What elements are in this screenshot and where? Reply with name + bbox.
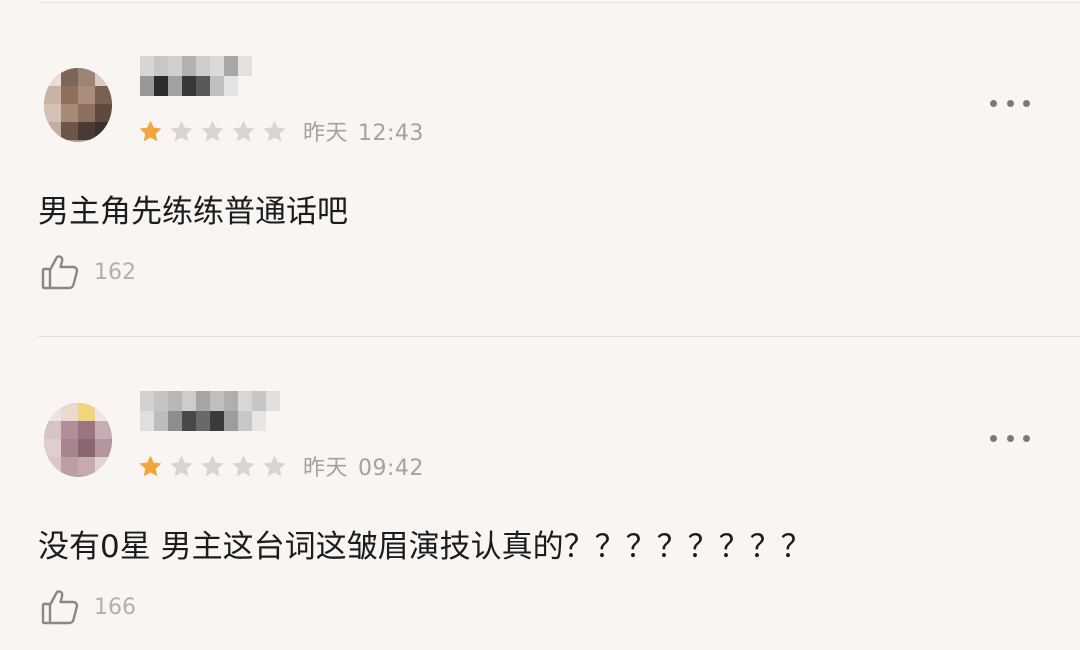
star-empty-icon <box>170 455 193 476</box>
comment-text: 没有0星 男主这台词这皱眉演技认真的？？？？？？？？ <box>38 529 812 565</box>
star-empty-icon <box>263 455 286 476</box>
comment-time: 09:42 <box>358 456 424 481</box>
star-rating <box>138 119 293 144</box>
star-empty-icon <box>201 455 224 476</box>
username-blurred <box>138 56 258 96</box>
thumbs-up-icon <box>41 590 79 625</box>
more-dots-icon[interactable] <box>990 95 1030 111</box>
star-empty-icon <box>170 120 193 141</box>
thumbs-up-icon <box>41 255 79 290</box>
more-dots-icon[interactable] <box>990 430 1030 446</box>
like-count: 166 <box>94 594 136 620</box>
star-empty-icon <box>263 120 286 141</box>
avatar[interactable] <box>44 68 112 142</box>
comment-timestamp: 昨天 09:42 <box>303 450 424 482</box>
comment-item: 昨天 12:43 男主角先练练普通话吧 162 <box>0 0 1080 310</box>
rating-row: 昨天 12:43 <box>138 116 424 146</box>
comment-time: 12:43 <box>358 121 424 146</box>
star-rating <box>138 454 293 479</box>
username-blurred <box>138 391 288 431</box>
like-button[interactable]: 162 <box>40 252 136 292</box>
rating-row: 昨天 09:42 <box>138 451 424 481</box>
comment-text: 男主角先练练普通话吧 <box>38 194 348 230</box>
star-filled-icon <box>139 120 162 141</box>
star-filled-icon <box>139 455 162 476</box>
star-empty-icon <box>232 120 255 141</box>
comment-date: 昨天 <box>303 456 349 481</box>
comment-timestamp: 昨天 12:43 <box>303 115 424 147</box>
star-empty-icon <box>232 455 255 476</box>
comment-date: 昨天 <box>303 121 349 146</box>
avatar[interactable] <box>44 403 112 477</box>
like-button[interactable]: 166 <box>40 587 136 627</box>
comment-item: 昨天 09:42 没有0星 男主这台词这皱眉演技认真的？？？？？？？？ 166 <box>0 335 1080 645</box>
like-count: 162 <box>94 259 136 285</box>
star-empty-icon <box>201 120 224 141</box>
